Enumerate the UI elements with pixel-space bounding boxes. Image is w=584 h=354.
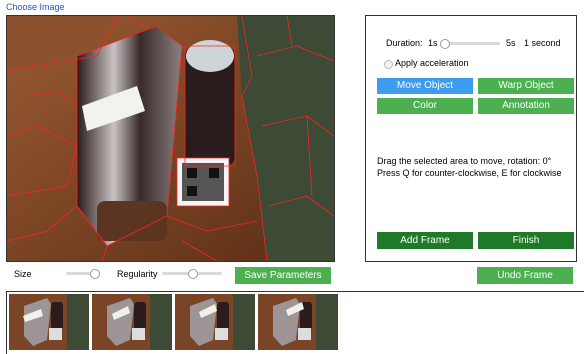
acceleration-radio[interactable] xyxy=(384,60,393,69)
duration-min-label: 1s xyxy=(428,38,438,48)
finish-button[interactable]: Finish xyxy=(478,232,574,249)
acceleration-label[interactable]: Apply acceleration xyxy=(395,58,469,68)
annotation-button[interactable]: Annotation xyxy=(478,98,574,114)
size-label: Size xyxy=(14,269,32,279)
duration-value: 1 second xyxy=(524,38,561,48)
undo-frame-button[interactable]: Undo Frame xyxy=(477,267,573,284)
size-slider-handle[interactable] xyxy=(89,269,100,279)
regularity-slider-handle[interactable] xyxy=(188,269,198,279)
segmented-photo xyxy=(7,16,334,261)
photo-thumbnail-icon xyxy=(92,294,172,350)
choose-image-link[interactable]: Choose Image xyxy=(6,2,65,12)
frames-strip xyxy=(6,291,584,354)
frame-thumbnail[interactable] xyxy=(92,294,172,350)
image-canvas[interactable] xyxy=(6,15,335,262)
animation-panel: Duration: 1s 5s 1 second Apply accelerat… xyxy=(365,15,577,262)
save-parameters-button[interactable]: Save Parameters xyxy=(235,267,331,284)
photo-thumbnail-icon xyxy=(175,294,255,350)
duration-slider[interactable] xyxy=(440,39,500,49)
warp-object-button[interactable]: Warp Object xyxy=(478,78,574,94)
instruction-text-keys: Press Q for counter-clockwise, E for clo… xyxy=(377,168,562,178)
regularity-slider[interactable] xyxy=(162,269,222,279)
instruction-text: Drag the selected area to move, rotation… xyxy=(377,156,552,166)
duration-label: Duration: xyxy=(386,38,423,48)
move-object-button[interactable]: Move Object xyxy=(377,78,473,94)
photo-thumbnail-icon xyxy=(9,294,89,350)
color-button[interactable]: Color xyxy=(377,98,473,114)
duration-max-label: 5s xyxy=(506,38,516,48)
duration-slider-handle[interactable] xyxy=(440,39,450,49)
regularity-label: Regularity xyxy=(117,269,158,279)
add-frame-button[interactable]: Add Frame xyxy=(377,232,473,249)
frame-thumbnail[interactable] xyxy=(258,294,338,350)
frame-thumbnail[interactable] xyxy=(175,294,255,350)
frame-thumbnail[interactable] xyxy=(9,294,89,350)
photo-thumbnail-icon xyxy=(258,294,338,350)
size-slider[interactable] xyxy=(66,269,100,279)
